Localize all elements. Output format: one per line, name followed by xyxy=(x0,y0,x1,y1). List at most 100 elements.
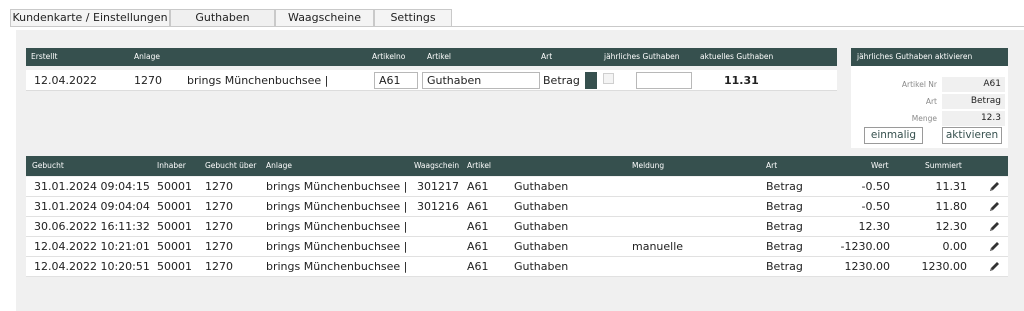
col-artikel: Artikel xyxy=(427,52,452,61)
credit-anlage-nr: 1270 xyxy=(134,74,162,87)
col-anlage: Anlage xyxy=(134,52,160,61)
cell-art: Betrag xyxy=(766,220,803,233)
col-artikelno: Artikelno xyxy=(372,52,406,61)
tab-guthaben[interactable]: Guthaben xyxy=(170,9,275,27)
cell-ueber: 1270 xyxy=(205,180,233,193)
tab-divider xyxy=(10,26,1024,27)
credit-row: 12.04.2022 1270 brings Münchenbuchsee | … xyxy=(26,70,837,91)
cell-summiert: 0.00 xyxy=(942,240,968,253)
cell-inhaber: 50001 xyxy=(157,260,192,273)
cell-waagschein: 301216 xyxy=(417,200,459,213)
artikel-input[interactable]: Guthaben xyxy=(422,72,540,89)
art-label: Art xyxy=(925,97,937,106)
cell-artikel: Guthaben xyxy=(514,260,569,273)
cell-inhaber: 50001 xyxy=(157,220,192,233)
cell-wert: 1230.00 xyxy=(844,260,891,273)
table-row: 12.04.2022 10:20:51 50001 1270 brings Mü… xyxy=(26,257,1008,277)
cell-wert: 12.30 xyxy=(858,220,891,233)
cell-anlage: brings Münchenbuchsee | xyxy=(266,180,408,193)
col-erstellt: Erstellt xyxy=(31,52,58,61)
cell-art: Betrag xyxy=(766,260,803,273)
col-wert: Wert xyxy=(871,161,889,170)
pencil-icon[interactable] xyxy=(987,221,1001,233)
tab-kundenkarte[interactable]: Kundenkarte / Einstellungen xyxy=(10,9,170,27)
tab-waagscheine[interactable]: Waagscheine xyxy=(275,9,374,27)
cell-gebucht: 12.04.2022 10:21:01 xyxy=(34,240,150,253)
cell-artno: A61 xyxy=(467,220,489,233)
cell-gebucht: 30.06.2022 16:11:32 xyxy=(34,220,150,233)
col-summiert: Summiert xyxy=(925,161,962,170)
table-row: 31.01.2024 09:04:15 50001 1270 brings Mü… xyxy=(26,177,1008,197)
col-gebucht-ueber: Gebucht über xyxy=(205,161,257,170)
cell-ueber: 1270 xyxy=(205,220,233,233)
activation-title: jährliches Guthaben aktivieren xyxy=(857,52,973,61)
pencil-icon[interactable] xyxy=(987,261,1001,273)
artikelno-input[interactable]: A61 xyxy=(374,72,418,89)
cell-anlage: brings Münchenbuchsee | xyxy=(266,260,408,273)
artikel-nr-label: Artikel Nr xyxy=(901,80,937,89)
artikel-nr-value: A61 xyxy=(942,77,1005,92)
jaehrlich-checkbox[interactable] xyxy=(603,73,614,84)
cell-art: Betrag xyxy=(766,180,803,193)
aktivieren-button[interactable]: aktivieren xyxy=(942,127,1002,144)
bookings-header: Gebucht Inhaber Gebucht über Anlage Waag… xyxy=(26,156,1008,176)
cell-ueber: 1270 xyxy=(205,240,233,253)
col-aktuelles-guthaben: aktuelles Guthaben xyxy=(700,52,774,61)
col-art-b: Art xyxy=(766,161,778,170)
activation-header: jährliches Guthaben aktivieren xyxy=(851,48,1008,66)
cell-artikel: Guthaben xyxy=(514,220,569,233)
credit-anlage-name: brings Münchenbuchsee | xyxy=(187,74,329,87)
cell-summiert: 11.80 xyxy=(935,200,968,213)
cell-wert: -0.50 xyxy=(861,180,890,193)
col-anlage-b: Anlage xyxy=(266,161,292,170)
aktuelles-guthaben-value: 11.31 xyxy=(724,74,759,87)
art-select[interactable]: Betrag xyxy=(541,72,583,89)
col-gebucht: Gebucht xyxy=(32,161,64,170)
cell-wert: -1230.00 xyxy=(840,240,890,253)
cell-wert: -0.50 xyxy=(861,200,890,213)
cell-artikel: Guthaben xyxy=(514,240,569,253)
cell-artno: A61 xyxy=(467,180,489,193)
cell-summiert: 12.30 xyxy=(935,220,968,233)
cell-inhaber: 50001 xyxy=(157,240,192,253)
table-row: 30.06.2022 16:11:32 50001 1270 brings Mü… xyxy=(26,217,1008,237)
col-waagschein: Waagschein xyxy=(414,161,460,170)
credit-table-header: Erstellt Anlage Artikelno Artikel Art jä… xyxy=(26,48,837,66)
cell-anlage: brings Münchenbuchsee | xyxy=(266,240,408,253)
tab-settings[interactable]: Settings xyxy=(374,9,452,27)
cell-artno: A61 xyxy=(467,200,489,213)
cell-anlage: brings Münchenbuchsee | xyxy=(266,200,408,213)
col-meldung: Meldung xyxy=(632,161,665,170)
cell-gebucht: 31.01.2024 09:04:04 xyxy=(34,200,150,213)
col-inhaber: Inhaber xyxy=(157,161,186,170)
art-select-toggle[interactable] xyxy=(585,72,597,89)
jaehrlich-input[interactable] xyxy=(636,72,692,89)
col-art: Art xyxy=(541,52,553,61)
cell-summiert: 1230.00 xyxy=(921,260,968,273)
table-row: 31.01.2024 09:04:04 50001 1270 brings Mü… xyxy=(26,197,1008,217)
table-row: 12.04.2022 10:21:01 50001 1270 brings Mü… xyxy=(26,237,1008,257)
cell-waagschein: 301217 xyxy=(417,180,459,193)
menge-value: 12.3 xyxy=(942,111,1005,126)
cell-inhaber: 50001 xyxy=(157,200,192,213)
art-value: Betrag xyxy=(942,94,1005,109)
cell-meldung: manuelle xyxy=(632,240,684,253)
cell-artno: A61 xyxy=(467,260,489,273)
credit-erstellt: 12.04.2022 xyxy=(34,74,97,87)
pencil-icon[interactable] xyxy=(987,241,1001,253)
cell-gebucht: 31.01.2024 09:04:15 xyxy=(34,180,150,193)
tab-bar: Kundenkarte / Einstellungen Guthaben Waa… xyxy=(10,9,452,27)
cell-art: Betrag xyxy=(766,240,803,253)
cell-artikel: Guthaben xyxy=(514,180,569,193)
cell-summiert: 11.31 xyxy=(935,180,968,193)
cell-gebucht: 12.04.2022 10:20:51 xyxy=(34,260,150,273)
pencil-icon[interactable] xyxy=(987,181,1001,193)
cell-art: Betrag xyxy=(766,200,803,213)
cell-inhaber: 50001 xyxy=(157,180,192,193)
pencil-icon[interactable] xyxy=(987,201,1001,213)
cell-ueber: 1270 xyxy=(205,200,233,213)
einmalig-button[interactable]: einmalig xyxy=(864,127,923,144)
col-artikel-b: Artikel xyxy=(467,161,492,170)
cell-ueber: 1270 xyxy=(205,260,233,273)
cell-artno: A61 xyxy=(467,240,489,253)
